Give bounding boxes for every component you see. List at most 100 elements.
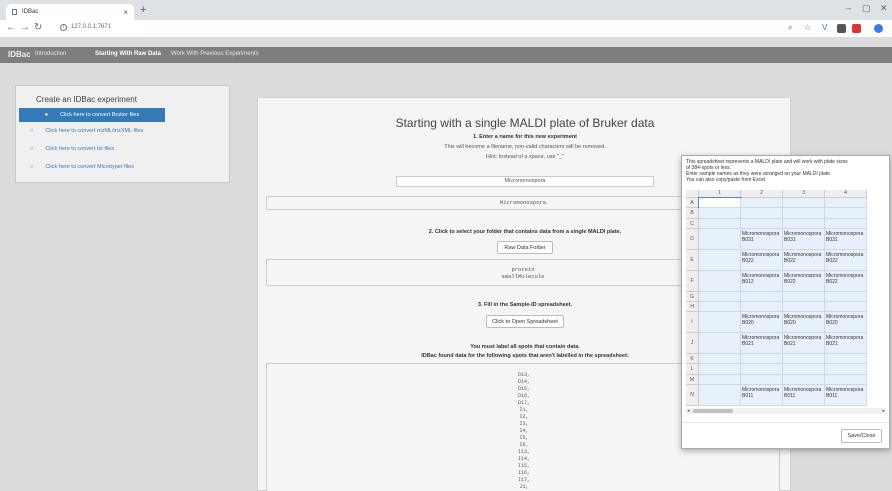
- reload-icon[interactable]: ↻: [34, 22, 42, 33]
- row-header[interactable]: J: [686, 333, 699, 354]
- plate-cell[interactable]: [741, 218, 783, 230]
- plate-cell[interactable]: Micromonospora B031: [825, 229, 867, 250]
- plate-cell[interactable]: [741, 354, 783, 365]
- plate-cell[interactable]: [699, 312, 741, 334]
- plate-cell[interactable]: [699, 354, 741, 365]
- minimize-icon[interactable]: –: [846, 3, 851, 13]
- row-header[interactable]: L: [686, 364, 699, 375]
- column-header[interactable]: 3: [783, 190, 825, 198]
- plate-cell[interactable]: Micromonospora B022: [825, 250, 867, 271]
- column-header[interactable]: 1: [699, 190, 741, 198]
- plate-cell[interactable]: [783, 291, 825, 302]
- plate-cell[interactable]: [825, 364, 867, 375]
- plate-cell[interactable]: [825, 374, 867, 386]
- plate-cell[interactable]: [699, 333, 741, 354]
- convert-microtyper-option[interactable]: ○ Click here to convert Microtyper files: [30, 164, 134, 170]
- extension-icon[interactable]: [837, 24, 846, 33]
- convert-txt-option[interactable]: ○ Click here to convert txt files: [30, 146, 114, 152]
- zoom-icon[interactable]: ⌕: [788, 23, 792, 33]
- plate-cell[interactable]: [699, 374, 741, 386]
- plate-cell[interactable]: Micromonospora B021: [825, 333, 867, 354]
- plate-cell[interactable]: Micromonospora B020: [825, 312, 867, 334]
- plate-cell[interactable]: Micromonospora B022: [783, 270, 825, 292]
- plate-cell[interactable]: [699, 364, 741, 375]
- plate-cell[interactable]: [783, 198, 825, 209]
- plate-cell[interactable]: [741, 291, 783, 302]
- nav-starting-raw-data[interactable]: Starting With Raw Data: [95, 51, 161, 57]
- row-header[interactable]: B: [686, 208, 699, 219]
- plate-cell[interactable]: [699, 302, 741, 313]
- address-bar[interactable]: i 127.0.0.1:7671: [60, 24, 111, 31]
- raw-data-folder-button[interactable]: Raw Data Folder: [497, 241, 553, 254]
- horizontal-scrollbar[interactable]: ◂ ▸: [686, 408, 886, 414]
- plate-cell[interactable]: Micromonospora B011: [741, 385, 783, 406]
- plate-cell[interactable]: [825, 198, 867, 209]
- back-icon[interactable]: ←: [6, 22, 16, 33]
- row-header[interactable]: C: [686, 218, 699, 230]
- plate-cell[interactable]: [699, 291, 741, 302]
- nav-previous-experiments[interactable]: Work With Previous Experiments: [171, 51, 259, 57]
- row-header[interactable]: M: [686, 374, 699, 386]
- plate-cell[interactable]: Micromonospora B012: [741, 270, 783, 292]
- plate-cell[interactable]: [699, 250, 741, 271]
- plate-cell[interactable]: [783, 374, 825, 386]
- plate-cell[interactable]: Micromonospora B021: [741, 333, 783, 354]
- plate-cell[interactable]: [741, 198, 783, 209]
- plate-cell[interactable]: Micromonospora B011: [825, 385, 867, 406]
- row-header[interactable]: F: [686, 270, 699, 292]
- plate-cell[interactable]: [825, 291, 867, 302]
- plate-cell[interactable]: [783, 218, 825, 230]
- close-window-icon[interactable]: ✕: [880, 3, 888, 14]
- plate-cell[interactable]: Micromonospora B020: [783, 312, 825, 334]
- plate-cell[interactable]: [699, 270, 741, 292]
- open-spreadsheet-button[interactable]: Click to Open Spreadsheet: [486, 315, 564, 328]
- experiment-name-input[interactable]: Micromonospora: [396, 176, 654, 187]
- column-header[interactable]: 4: [825, 190, 867, 198]
- plate-cell[interactable]: Micromonospora B031: [741, 229, 783, 250]
- plate-cell[interactable]: Micromonospora B022: [783, 250, 825, 271]
- plate-cell[interactable]: [741, 374, 783, 386]
- plate-cell[interactable]: Micromonospora B020: [741, 312, 783, 334]
- new-tab-button[interactable]: +: [140, 4, 146, 16]
- scroll-left-icon[interactable]: ◂: [687, 408, 690, 414]
- plate-cell[interactable]: [783, 208, 825, 219]
- plate-cell[interactable]: [699, 385, 741, 406]
- plate-cell[interactable]: [783, 302, 825, 313]
- row-header[interactable]: D: [686, 229, 699, 250]
- plate-cell[interactable]: [741, 302, 783, 313]
- row-header[interactable]: A: [686, 198, 699, 209]
- plate-cell[interactable]: Micromonospora B022: [741, 250, 783, 271]
- plate-cell[interactable]: [825, 302, 867, 313]
- plate-cell[interactable]: [783, 354, 825, 365]
- plate-cell[interactable]: [783, 364, 825, 375]
- row-header[interactable]: H: [686, 302, 699, 313]
- close-tab-icon[interactable]: ×: [123, 8, 128, 17]
- convert-mzml-option[interactable]: ○ Click here to convert mzML/mzXML files: [30, 128, 143, 134]
- scrollbar-thumb[interactable]: [693, 409, 733, 413]
- plate-cell[interactable]: [825, 208, 867, 219]
- plate-cell[interactable]: [741, 208, 783, 219]
- extension-red-icon[interactable]: [852, 24, 861, 33]
- plate-cell[interactable]: [699, 218, 741, 230]
- plate-cell[interactable]: Micromonospora B031: [783, 229, 825, 250]
- row-header[interactable]: N: [686, 385, 699, 406]
- star-icon[interactable]: ☆: [804, 23, 811, 32]
- plate-cell[interactable]: [825, 354, 867, 365]
- column-header[interactable]: 2: [741, 190, 783, 198]
- app-brand[interactable]: IDBac: [8, 50, 31, 59]
- row-header[interactable]: I: [686, 312, 699, 334]
- nav-introduction[interactable]: Introduction: [35, 51, 66, 57]
- profile-avatar[interactable]: [874, 24, 883, 33]
- plate-cell[interactable]: [699, 208, 741, 219]
- row-header[interactable]: E: [686, 250, 699, 271]
- row-header[interactable]: G: [686, 291, 699, 302]
- row-header[interactable]: K: [686, 354, 699, 365]
- plate-spreadsheet[interactable]: 1 2 3 4 A B C D Micromonospora B031 Micromonospor…: [686, 190, 886, 406]
- plate-cell[interactable]: Micromonospora B022: [825, 270, 867, 292]
- maximize-icon[interactable]: ▢: [862, 3, 871, 14]
- plate-cell[interactable]: [825, 218, 867, 230]
- convert-bruker-option[interactable]: ● Click here to convert Bruker files: [19, 108, 165, 122]
- plate-cell[interactable]: Micromonospora B011: [783, 385, 825, 406]
- plate-cell[interactable]: Micromonospora B021: [783, 333, 825, 354]
- plate-cell[interactable]: [699, 229, 741, 250]
